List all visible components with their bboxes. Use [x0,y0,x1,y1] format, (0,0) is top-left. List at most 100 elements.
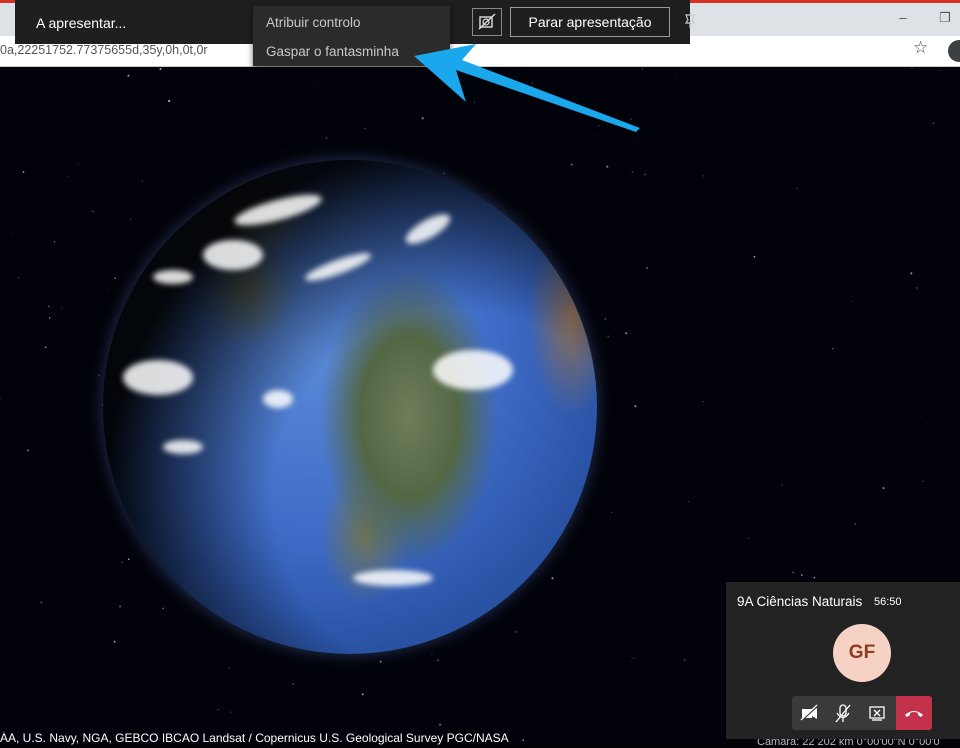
star [753,255,756,258]
star [255,717,257,718]
star [634,405,637,408]
cloud [123,360,193,395]
menu-item-participant[interactable]: Gaspar o fantasminha [266,44,399,59]
cloud [353,570,433,586]
star [127,558,130,561]
star [22,171,25,173]
star [939,70,941,71]
star [437,659,439,662]
star [317,85,318,87]
star [118,605,122,608]
star [625,332,628,335]
star [228,667,230,669]
star [796,187,798,189]
star [439,723,442,726]
star [162,607,165,610]
profile-avatar[interactable] [948,40,960,62]
star [48,305,50,307]
star [758,159,760,161]
mic-off-icon[interactable] [826,696,860,730]
star [506,707,508,709]
star [44,346,47,349]
star [27,449,30,452]
star [121,561,124,564]
restore-icon[interactable]: ❐ [932,7,958,29]
star [675,76,677,78]
star [48,317,51,319]
presenting-status: A apresentar... [36,15,127,31]
avatar: GF [833,624,891,682]
url-text[interactable]: 0a,22251752.77375655d,35y,0h,0t,0r [0,43,208,57]
star [325,137,328,140]
share-stop-icon[interactable] [860,696,894,730]
stop-presenting-button[interactable]: Parar apresentação [510,7,670,37]
star [813,576,816,579]
star [17,276,20,279]
camera-off-icon[interactable] [472,8,502,36]
cloud [163,440,203,454]
star [60,308,63,310]
star [854,523,856,525]
star [684,659,686,661]
star [73,665,75,667]
star [364,127,366,130]
star [633,657,635,659]
star [703,175,704,177]
star [594,134,596,135]
star [292,683,295,686]
minimize-icon[interactable]: – [890,7,916,29]
star [800,574,803,577]
star [695,284,697,285]
star [77,164,79,166]
video-off-icon[interactable] [792,696,826,730]
star-icon[interactable]: ☆ [913,38,928,58]
star [644,173,646,176]
hangup-icon[interactable] [896,696,932,730]
star [607,335,610,338]
cloud [433,350,513,390]
star [0,397,1,400]
meeting-mini-window: 9A Ciências Naturais 56:50 GF [726,582,960,739]
star [53,240,56,243]
star [630,660,632,662]
star [161,92,163,93]
cloud [231,188,325,232]
star [792,571,794,574]
cloud [263,390,293,408]
call-controls [792,696,932,730]
star [217,708,219,711]
star [832,347,834,350]
star [168,99,171,103]
star [631,170,634,173]
star [361,693,364,696]
star [280,150,282,152]
meeting-timer: 56:50 [874,596,902,608]
star [443,172,445,175]
earth-globe[interactable] [103,160,597,654]
star [585,327,587,329]
star [514,630,517,633]
pin-icon[interactable] [682,13,698,29]
star [646,267,649,270]
star [770,346,771,348]
star [932,122,935,125]
star [282,745,284,747]
menu-item-give-control[interactable]: Atribuir controlo [266,15,361,30]
star [127,74,130,77]
star [916,287,918,289]
star [159,67,162,71]
star [98,374,101,377]
star [230,711,232,713]
star [551,577,554,580]
meeting-title: 9A Ciências Naturais [737,594,863,609]
star [67,176,69,178]
annotation-arrow [414,44,640,132]
star [910,272,913,275]
cloud [302,248,374,286]
star [882,487,885,490]
star [107,289,109,291]
star [114,277,116,279]
star [129,218,132,220]
star [40,601,43,604]
star [702,401,704,403]
